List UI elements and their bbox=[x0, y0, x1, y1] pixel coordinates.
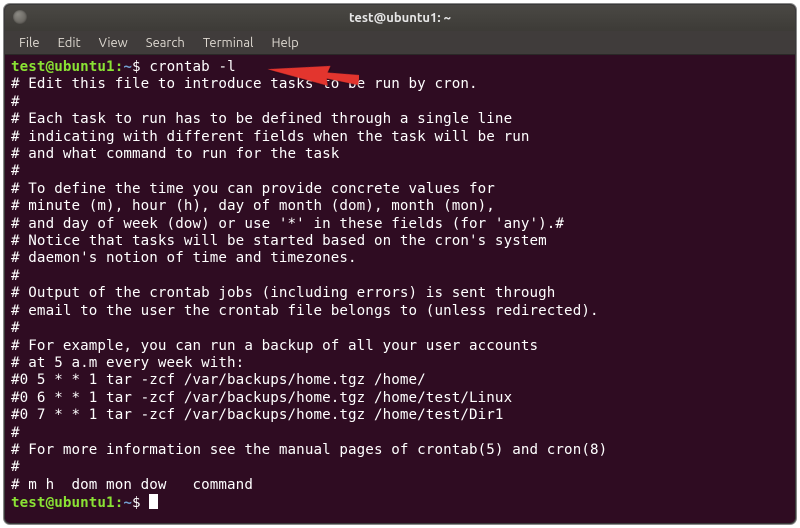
output-line: # daemon's notion of time and timezones. bbox=[11, 250, 357, 266]
output-line: # bbox=[11, 459, 20, 475]
output-line: # bbox=[11, 425, 20, 441]
output-line: # bbox=[11, 163, 20, 179]
output-line: # Edit this file to introduce tasks to b… bbox=[11, 76, 478, 92]
output-line: # bbox=[11, 94, 20, 110]
prompt-symbol: $ bbox=[132, 59, 141, 75]
menu-view[interactable]: View bbox=[91, 34, 136, 52]
prompt-userhost: test@ubuntu1: bbox=[11, 59, 123, 75]
output-line: # Notice that tasks will be started base… bbox=[11, 233, 547, 249]
terminal-body[interactable]: test@ubuntu1:~$ crontab -l # Edit this f… bbox=[5, 55, 795, 519]
menubar: File Edit View Search Terminal Help bbox=[5, 31, 795, 55]
output-line: # bbox=[11, 320, 20, 336]
output-line: # For more information see the manual pa… bbox=[11, 442, 607, 458]
output-line: #0 5 * * 1 tar -zcf /var/backups/home.tg… bbox=[11, 372, 426, 388]
output-line: # m h dom mon dow command bbox=[11, 477, 253, 493]
prompt-userhost: test@ubuntu1: bbox=[11, 495, 123, 511]
output-line: # at 5 a.m every week with: bbox=[11, 355, 244, 371]
output-line: # Output of the crontab jobs (including … bbox=[11, 285, 555, 301]
output-line: # bbox=[11, 268, 20, 284]
output-line: #0 7 * * 1 tar -zcf /var/backups/home.tg… bbox=[11, 407, 504, 423]
terminal-window: test@ubuntu1: ~ File Edit View Search Te… bbox=[4, 4, 796, 524]
output-line: # email to the user the crontab file bel… bbox=[11, 303, 599, 319]
output-line: # and day of week (dow) or use '*' in th… bbox=[11, 216, 564, 232]
prompt-symbol: $ bbox=[132, 495, 141, 511]
menu-edit[interactable]: Edit bbox=[50, 34, 89, 52]
output-line: #0 6 * * 1 tar -zcf /var/backups/home.tg… bbox=[11, 390, 512, 406]
titlebar: test@ubuntu1: ~ bbox=[5, 5, 795, 31]
output-line: # For example, you can run a backup of a… bbox=[11, 338, 538, 354]
menu-search[interactable]: Search bbox=[138, 34, 193, 52]
menu-help[interactable]: Help bbox=[263, 34, 306, 52]
prompt-path: ~ bbox=[123, 495, 132, 511]
window-button[interactable] bbox=[13, 10, 27, 24]
output-line: # Each task to run has to be defined thr… bbox=[11, 111, 512, 127]
menu-terminal[interactable]: Terminal bbox=[195, 34, 262, 52]
command-text: crontab -l bbox=[149, 59, 235, 75]
output-line: # and what command to run for the task bbox=[11, 146, 339, 162]
cursor bbox=[149, 494, 158, 509]
menu-file[interactable]: File bbox=[11, 34, 48, 52]
prompt-path: ~ bbox=[123, 59, 132, 75]
output-line: # minute (m), hour (h), day of month (do… bbox=[11, 198, 495, 214]
output-line: # indicating with different fields when … bbox=[11, 129, 530, 145]
window-title: test@ubuntu1: ~ bbox=[349, 11, 451, 25]
output-line: # To define the time you can provide con… bbox=[11, 181, 495, 197]
